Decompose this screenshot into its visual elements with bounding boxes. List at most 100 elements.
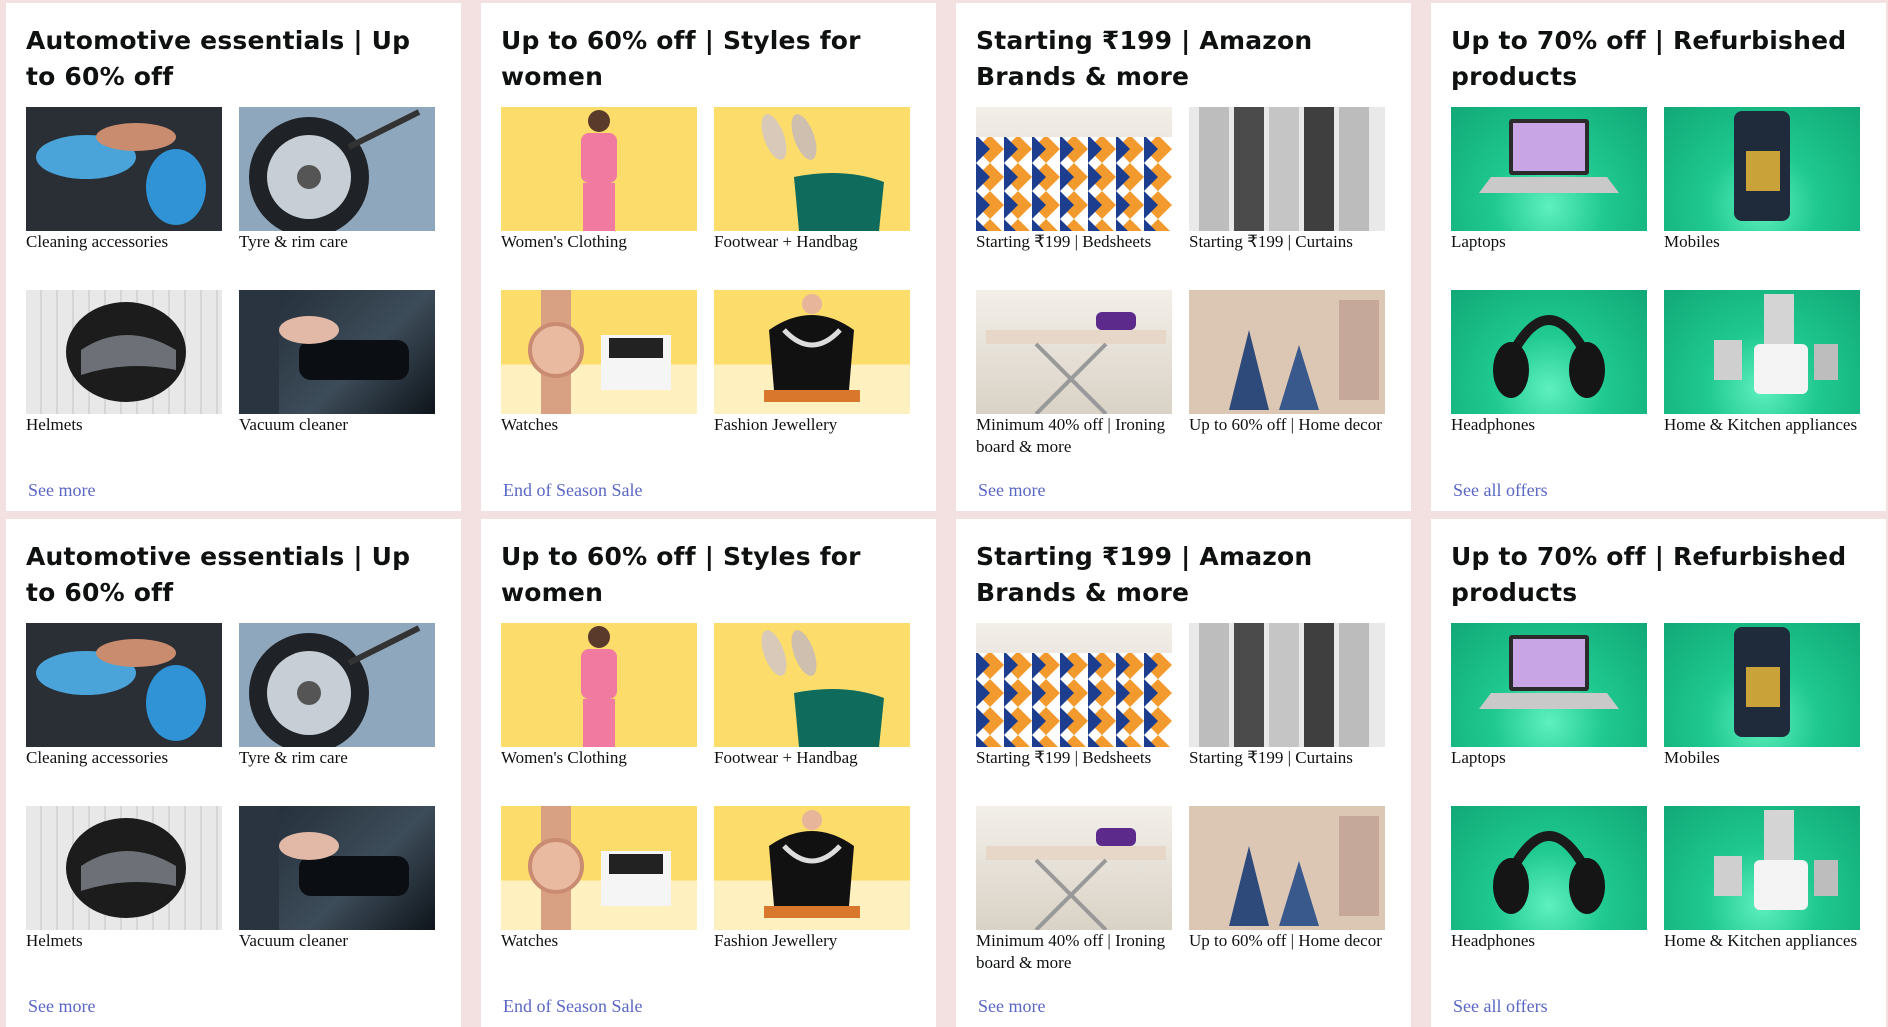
see-more-link[interactable]: See more: [28, 480, 441, 501]
product-tile[interactable]: Cleaning accessories: [26, 623, 222, 806]
watch-image[interactable]: [501, 806, 697, 930]
product-tile[interactable]: Up to 60% off | Home decor: [1189, 290, 1385, 473]
deal-card: Up to 70% off | Refurbished products Lap…: [1431, 519, 1886, 1027]
footwear-handbag-image[interactable]: [714, 107, 910, 231]
product-tile[interactable]: Mobiles: [1664, 623, 1860, 806]
card-tiles: Cleaning accessories Tyre & rim care Hel…: [26, 623, 441, 989]
end-of-season-sale-link[interactable]: End of Season Sale: [503, 996, 916, 1017]
mobile-image[interactable]: [1664, 623, 1860, 747]
product-tile[interactable]: Laptops: [1451, 107, 1647, 290]
tile-label: Laptops: [1451, 748, 1506, 767]
ironing-board-image[interactable]: [976, 290, 1172, 414]
laptop-image[interactable]: [1451, 107, 1647, 231]
necklace-image[interactable]: [714, 290, 910, 414]
product-tile[interactable]: Vacuum cleaner: [239, 290, 435, 473]
footwear-handbag-image[interactable]: [714, 623, 910, 747]
product-tile[interactable]: Minimum 40% off | Ironing board & more: [976, 806, 1172, 989]
bedsheet-image[interactable]: [976, 107, 1172, 231]
deal-card: Starting ₹199 | Amazon Brands & more Sta…: [956, 519, 1411, 1027]
laptop-image[interactable]: [1451, 623, 1647, 747]
tile-label: Minimum 40% off | Ironing board & more: [976, 931, 1166, 972]
woman-dress-image[interactable]: [501, 623, 697, 747]
product-tile[interactable]: Watches: [501, 806, 697, 989]
woman-dress-image[interactable]: [501, 107, 697, 231]
tyre-rim-image[interactable]: [239, 623, 435, 747]
deer-decor-image[interactable]: [1189, 290, 1385, 414]
product-tile[interactable]: Cleaning accessories: [26, 107, 222, 290]
deer-decor-image[interactable]: [1189, 806, 1385, 930]
mobile-image[interactable]: [1664, 107, 1860, 231]
product-tile[interactable]: Tyre & rim care: [239, 107, 435, 290]
tile-label: Fashion Jewellery: [714, 415, 838, 434]
product-tile[interactable]: Headphones: [1451, 806, 1647, 989]
product-tile[interactable]: Mobiles: [1664, 107, 1860, 290]
tile-label: Vacuum cleaner: [239, 415, 349, 434]
tile-label: Women's Clothing: [501, 232, 627, 251]
curtain-image[interactable]: [1189, 623, 1385, 747]
mixer-image[interactable]: [1664, 290, 1860, 414]
tile-label: Fashion Jewellery: [714, 931, 838, 950]
bedsheet-image[interactable]: [976, 623, 1172, 747]
card-title: Up to 70% off | Refurbished products: [1451, 26, 1847, 91]
curtain-image[interactable]: [1189, 107, 1385, 231]
see-more-link[interactable]: See more: [28, 996, 441, 1017]
tile-label: Tyre & rim care: [239, 748, 348, 767]
product-tile[interactable]: Fashion Jewellery: [714, 806, 910, 989]
product-tile[interactable]: Headphones: [1451, 290, 1647, 473]
see-all-offers-link[interactable]: See all offers: [1453, 996, 1866, 1017]
product-tile[interactable]: Fashion Jewellery: [714, 290, 910, 473]
card-title: Up to 60% off | Styles for women: [501, 542, 861, 607]
helmet-image[interactable]: [26, 290, 222, 414]
tile-label: Starting ₹199 | Bedsheets: [976, 748, 1152, 767]
product-tile[interactable]: Laptops: [1451, 623, 1647, 806]
product-tile[interactable]: Up to 60% off | Home decor: [1189, 806, 1385, 989]
tile-label: Watches: [501, 931, 559, 950]
product-tile[interactable]: Starting ₹199 | Curtains: [1189, 107, 1385, 290]
product-tile[interactable]: Helmets: [26, 290, 222, 473]
product-tile[interactable]: Starting ₹199 | Bedsheets: [976, 107, 1172, 290]
product-tile[interactable]: Women's Clothing: [501, 623, 697, 806]
tile-label: Mobiles: [1664, 748, 1720, 767]
tile-label: Headphones: [1451, 931, 1536, 950]
ironing-board-image[interactable]: [976, 806, 1172, 930]
watch-image[interactable]: [501, 290, 697, 414]
see-all-offers-link[interactable]: See all offers: [1453, 480, 1866, 501]
vacuum-image[interactable]: [239, 290, 435, 414]
deal-card: Starting ₹199 | Amazon Brands & more Sta…: [956, 3, 1411, 511]
headphones-image[interactable]: [1451, 290, 1647, 414]
see-more-link[interactable]: See more: [978, 480, 1391, 501]
product-tile[interactable]: Footwear + Handbag: [714, 107, 910, 290]
see-more-link[interactable]: See more: [978, 996, 1391, 1017]
product-tile[interactable]: Women's Clothing: [501, 107, 697, 290]
product-tile[interactable]: Watches: [501, 290, 697, 473]
product-tile[interactable]: Home & Kitchen appliances: [1664, 290, 1860, 473]
card-title: Starting ₹199 | Amazon Brands & more: [976, 542, 1313, 607]
product-tile[interactable]: Home & Kitchen appliances: [1664, 806, 1860, 989]
car-cleaning-image[interactable]: [26, 107, 222, 231]
tile-label: Home & Kitchen appliances: [1664, 931, 1858, 950]
product-tile[interactable]: Minimum 40% off | Ironing board & more: [976, 290, 1172, 473]
tile-label: Starting ₹199 | Bedsheets: [976, 232, 1152, 251]
headphones-image[interactable]: [1451, 806, 1647, 930]
card-title: Up to 70% off | Refurbished products: [1451, 542, 1847, 607]
card-tiles: Starting ₹199 | Bedsheets Starting ₹199 …: [976, 623, 1391, 989]
mixer-image[interactable]: [1664, 806, 1860, 930]
tile-label: Up to 60% off | Home decor: [1189, 415, 1382, 434]
product-tile[interactable]: Helmets: [26, 806, 222, 989]
deal-card: Automotive essentials | Up to 60% off Cl…: [6, 3, 461, 511]
helmet-image[interactable]: [26, 806, 222, 930]
card-title: Starting ₹199 | Amazon Brands & more: [976, 26, 1313, 91]
card-tiles: Cleaning accessories Tyre & rim care Hel…: [26, 107, 441, 473]
deal-card: Up to 60% off | Styles for women Women's…: [481, 3, 936, 511]
product-tile[interactable]: Tyre & rim care: [239, 623, 435, 806]
necklace-image[interactable]: [714, 806, 910, 930]
product-tile[interactable]: Vacuum cleaner: [239, 806, 435, 989]
product-tile[interactable]: Starting ₹199 | Bedsheets: [976, 623, 1172, 806]
product-tile[interactable]: Footwear + Handbag: [714, 623, 910, 806]
end-of-season-sale-link[interactable]: End of Season Sale: [503, 480, 916, 501]
vacuum-image[interactable]: [239, 806, 435, 930]
car-cleaning-image[interactable]: [26, 623, 222, 747]
product-tile[interactable]: Starting ₹199 | Curtains: [1189, 623, 1385, 806]
tile-label: Tyre & rim care: [239, 232, 348, 251]
tyre-rim-image[interactable]: [239, 107, 435, 231]
